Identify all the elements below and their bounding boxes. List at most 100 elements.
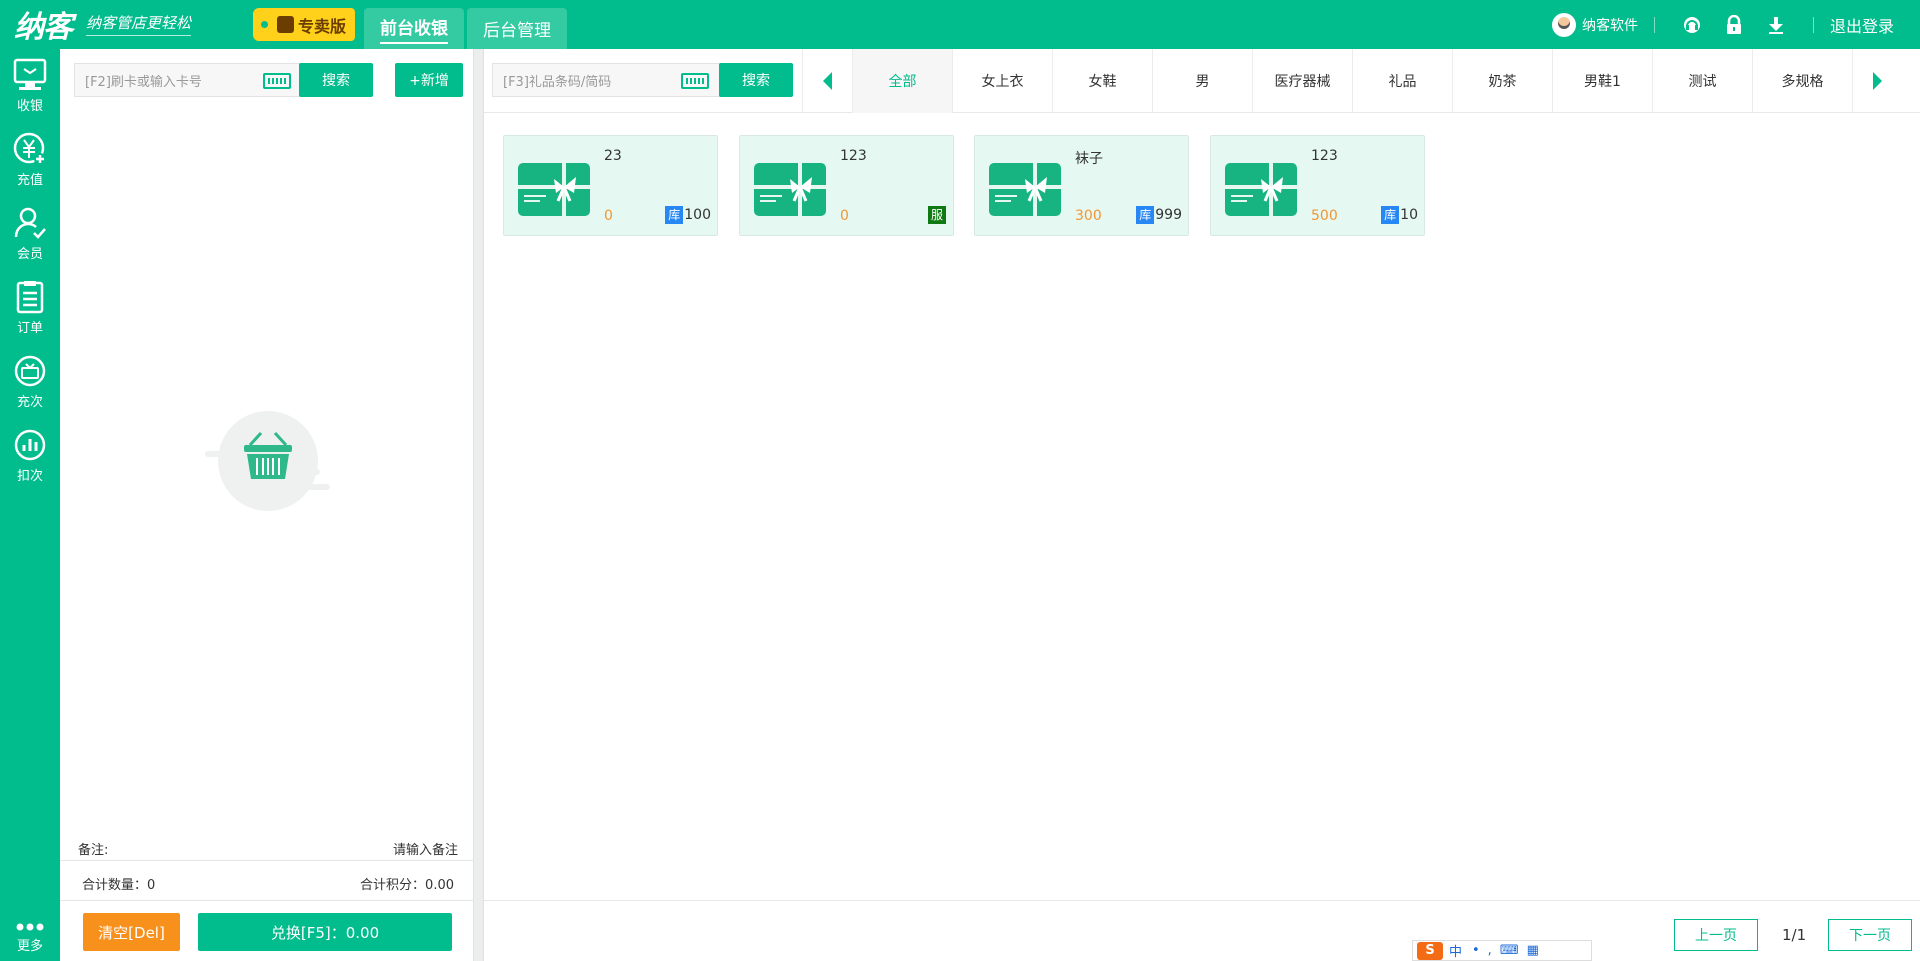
stock-count: 100 [684, 207, 711, 223]
nav-item-deduct-times[interactable]: 扣次 [0, 427, 60, 493]
recharge-icon [13, 132, 46, 165]
stock-badge: 库 [1136, 206, 1155, 224]
logo-slogan: 纳客管店更轻松 [86, 12, 192, 36]
category-tab[interactable]: 男鞋1 [1552, 49, 1652, 113]
totals-row: 合计数量：0 合计积分：0.00 [60, 861, 474, 901]
products-header: [F3]礼品条码/简码 搜索 全部 女上衣 女鞋 男 医疗器械 礼品 奶茶 男鞋… [484, 49, 1920, 113]
nav-item-label: 充值 [16, 173, 43, 188]
member-search-button[interactable]: 搜索 [299, 63, 373, 97]
clear-button[interactable]: 清空[Del] [83, 913, 180, 951]
edition-badge: 专卖版 [253, 8, 355, 41]
product-card[interactable]: 123 0 服 [739, 135, 954, 236]
divider [1812, 16, 1814, 33]
category-tab[interactable]: 女上衣 [952, 49, 1052, 113]
ime-toolbar[interactable]: S 中 •,⌨▦ [1412, 940, 1592, 961]
remark-label: 备注: [78, 843, 109, 858]
user-name[interactable]: 纳客软件 [1582, 15, 1638, 35]
product-card[interactable]: 123 500 库 10 [1210, 135, 1425, 236]
page-info: 1/1 [1782, 926, 1807, 944]
category-prev-arrow-icon[interactable] [802, 49, 852, 113]
stock-badge: 库 [1381, 206, 1400, 224]
top-bar: 纳客 纳客管店更轻松 专卖版 前台收银 后台管理 纳客软件 退出登录 [0, 0, 1920, 49]
gift-card-icon [989, 163, 1061, 216]
category-tab[interactable]: 全部 [852, 49, 952, 113]
total-points: 合计积分：0.00 [360, 878, 454, 893]
redeem-button[interactable]: 兑换[F5]：0.00 [198, 913, 452, 951]
category-tab[interactable]: 男 [1152, 49, 1252, 113]
nav-item-order[interactable]: 订单 [0, 279, 60, 345]
product-name: 袜子 [1075, 151, 1103, 167]
tab-front-cashier[interactable]: 前台收银 [364, 8, 464, 49]
gift-search-input[interactable]: [F3]礼品条码/简码 [492, 63, 720, 97]
sogou-logo-icon: S [1417, 941, 1443, 960]
products-panel: [F3]礼品条码/简码 搜索 全部 女上衣 女鞋 男 医疗器械 礼品 奶茶 男鞋… [484, 49, 1920, 961]
category-tab[interactable]: 医疗器械 [1252, 49, 1352, 113]
nav-item-more[interactable]: 更多 [0, 921, 60, 961]
category-next-arrow-icon[interactable] [1852, 49, 1902, 113]
product-stock: 服 [928, 206, 947, 224]
pager-divider [484, 900, 1920, 901]
category-tab[interactable]: 测试 [1652, 49, 1752, 113]
headset-icon[interactable] [1682, 15, 1702, 35]
add-member-button[interactable]: +新增 [395, 63, 463, 97]
empty-basket-icon [205, 411, 330, 511]
tab-front-cashier-label: 前台收银 [380, 14, 448, 44]
tab-back-office-label: 后台管理 [483, 21, 551, 41]
gift-card-icon [518, 163, 590, 216]
nav-item-label: 会员 [16, 247, 43, 262]
member-icon [14, 207, 46, 239]
stock-badge: 库 [665, 206, 684, 224]
ime-tools-icon[interactable]: •,⌨▦ [1472, 943, 1547, 958]
cashier-icon [13, 58, 47, 90]
product-name: 123 [840, 148, 867, 164]
product-card[interactable]: 袜子 300 库 999 [974, 135, 1189, 236]
tab-back-office[interactable]: 后台管理 [467, 8, 567, 49]
product-stock: 库 999 [1136, 206, 1182, 224]
gift-search-placeholder: [F3]礼品条码/简码 [503, 74, 612, 90]
avatar[interactable] [1551, 12, 1576, 37]
category-tab[interactable]: 礼品 [1352, 49, 1452, 113]
gift-card-icon [754, 163, 826, 216]
total-quantity: 合计数量：0 [82, 878, 156, 893]
stock-count: 999 [1155, 207, 1182, 223]
remark-input[interactable]: 请输入备注 [393, 839, 458, 858]
nav-item-cashier[interactable]: 收银 [0, 57, 60, 123]
logo: 纳客 纳客管店更轻松 [14, 6, 192, 45]
category-tabs: 全部 女上衣 女鞋 男 医疗器械 礼品 奶茶 男鞋1 测试 多规格 [852, 49, 1852, 113]
ime-language[interactable]: 中 [1449, 941, 1462, 960]
nav-item-recharge[interactable]: 充值 [0, 131, 60, 197]
keyboard-icon[interactable] [681, 73, 709, 89]
divider [1653, 16, 1655, 33]
product-card[interactable]: 23 0 库 100 [503, 135, 718, 236]
product-price: 500 [1311, 208, 1338, 224]
category-tab[interactable]: 多规格 [1752, 49, 1852, 113]
product-stock: 库 100 [665, 206, 711, 224]
product-name: 123 [1311, 148, 1338, 164]
download-icon[interactable] [1766, 15, 1786, 35]
stock-count: 10 [1400, 207, 1418, 223]
product-price: 0 [840, 208, 849, 224]
header-actions: 纳客软件 退出登录 [1551, 0, 1920, 49]
cart-panel: [F2]刷卡或输入卡号 搜索 +新增 备注: 请输入备注 合计数量：0 合计积分… [60, 49, 474, 961]
panel-splitter[interactable] [474, 49, 484, 961]
nav-item-recharge-times[interactable]: 充次 [0, 353, 60, 419]
remark-row[interactable]: 备注: 请输入备注 [60, 831, 474, 861]
recharge-times-icon [14, 355, 46, 387]
nav-item-member[interactable]: 会员 [0, 205, 60, 271]
category-tab[interactable]: 女鞋 [1052, 49, 1152, 113]
deduct-times-icon [14, 429, 46, 461]
keyboard-icon[interactable] [263, 73, 291, 89]
nav-item-label: 扣次 [16, 469, 43, 484]
prev-page-button[interactable]: 上一页 [1674, 919, 1758, 951]
product-price: 0 [604, 208, 613, 224]
lock-icon[interactable] [1724, 14, 1744, 35]
more-dots-icon [16, 923, 44, 931]
gift-search-button[interactable]: 搜索 [719, 63, 793, 97]
logout-button[interactable]: 退出登录 [1830, 13, 1894, 37]
shopping-bag-icon [277, 16, 294, 33]
member-search-input[interactable]: [F2]刷卡或输入卡号 [74, 63, 302, 97]
service-badge: 服 [928, 206, 946, 224]
category-tab[interactable]: 奶茶 [1452, 49, 1552, 113]
logo-text: 纳客 [14, 10, 73, 45]
next-page-button[interactable]: 下一页 [1828, 919, 1912, 951]
